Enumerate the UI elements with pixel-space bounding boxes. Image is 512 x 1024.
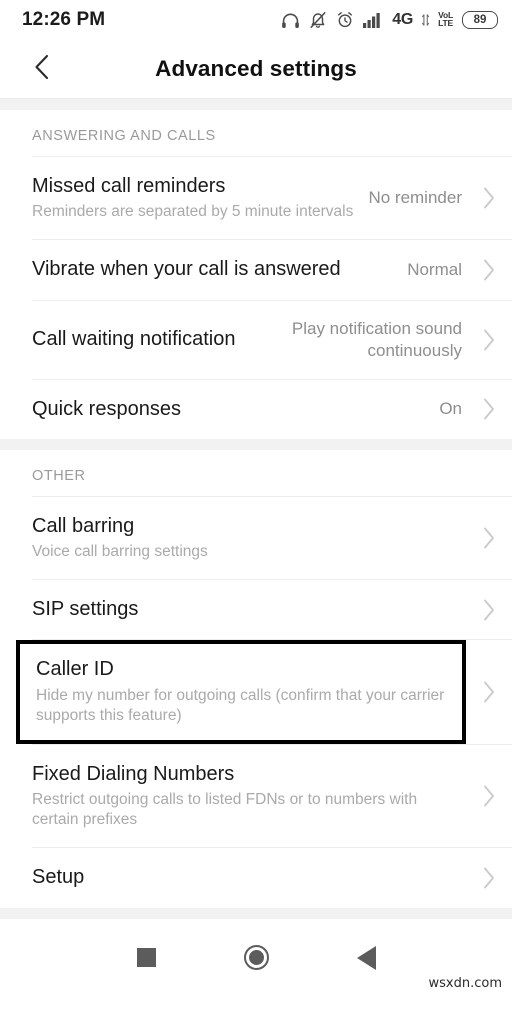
section-band: [0, 438, 512, 450]
section-band: [0, 99, 512, 110]
row-title: Vibrate when your call is answered: [32, 258, 341, 281]
circle-icon: [243, 945, 269, 971]
settings-row[interactable]: Fixed Dialing Numbers Restrict outgoing c…: [0, 745, 512, 847]
row-text: Call barring Voice call barring settings: [32, 514, 466, 562]
chevron-right-icon: [466, 258, 512, 282]
row-title: Call waiting notification: [32, 328, 236, 351]
app-bar: Advanced settings: [0, 40, 512, 98]
chevron-right-icon: [466, 680, 512, 704]
row-value: On: [439, 399, 462, 419]
status-bar: 12:26 PM 4G VoL LTE 89: [0, 0, 512, 40]
row-value: Play notification sound continuously: [291, 318, 462, 360]
row-title: Fixed Dialing Numbers: [32, 762, 235, 785]
row-text: Missed call reminders Reminders are separ…: [32, 174, 368, 222]
chevron-right-icon: [466, 328, 512, 352]
row-text: Vibrate when your call is answered: [32, 257, 407, 282]
settings-row[interactable]: Call waiting notification Play notificati…: [0, 301, 512, 379]
settings-row[interactable]: Vibrate when your call is answered Normal: [0, 240, 512, 299]
navigation-bar: wsxdn.com: [0, 918, 512, 997]
status-time: 12:26 PM: [22, 9, 106, 30]
settings-row[interactable]: Missed call reminders Reminders are separ…: [0, 157, 512, 239]
row-title: Call barring: [32, 514, 135, 537]
chevron-right-icon: [466, 784, 512, 808]
alarm-clock-icon: [336, 11, 354, 29]
signal-bars-icon: [363, 12, 383, 28]
highlight-box: Caller ID Hide my number for outgoing cal…: [16, 640, 466, 744]
section-header: ANSWERING AND CALLS: [32, 128, 216, 144]
row-value: No reminder: [368, 188, 462, 208]
settings-row[interactable]: SIP settings: [0, 580, 512, 639]
settings-list: ANSWERING AND CALLS Missed call reminders…: [0, 99, 512, 908]
row-title: SIP settings: [32, 598, 139, 621]
bell-muted-icon: [309, 11, 327, 29]
chevron-right-icon: [466, 186, 512, 210]
row-text: Quick responses: [32, 397, 439, 422]
row-subtitle: Hide my number for outgoing calls (confi…: [36, 686, 445, 724]
row-text: Call waiting notification: [32, 327, 281, 352]
back-nav-button[interactable]: [311, 945, 421, 970]
volte-icon: VoL LTE: [438, 11, 453, 28]
chevron-left-icon: [32, 53, 52, 86]
recents-button[interactable]: [91, 948, 201, 968]
row-title: Caller ID: [36, 658, 114, 681]
settings-row[interactable]: Call barring Voice call barring settings: [0, 497, 512, 579]
back-button[interactable]: [26, 53, 58, 85]
page-title: Advanced settings: [155, 56, 357, 81]
square-icon: [136, 948, 156, 968]
row-title: Setup: [32, 866, 85, 889]
row-text: Setup: [32, 865, 466, 890]
bottom-band: [0, 907, 512, 919]
settings-row[interactable]: Quick responses On: [0, 380, 512, 439]
row-subtitle: Reminders are separated by 5 minute inte…: [32, 203, 354, 221]
triangle-left-icon: [356, 945, 376, 970]
row-title: Quick responses: [32, 397, 181, 420]
network-type-label: 4G: [392, 11, 414, 28]
row-subtitle: Voice call barring settings: [32, 543, 208, 561]
chevron-right-icon: [466, 526, 512, 550]
chevron-right-icon: [466, 598, 512, 622]
home-button[interactable]: [201, 945, 311, 971]
section-header: OTHER: [32, 467, 86, 484]
settings-row[interactable]: Setup: [0, 848, 512, 907]
row-title: Missed call reminders: [32, 175, 226, 197]
settings-row-highlighted[interactable]: Caller ID Hide my number for outgoing cal…: [0, 640, 512, 744]
data-transfer-icon: [422, 13, 430, 27]
chevron-right-icon: [466, 397, 512, 421]
row-text: SIP settings: [32, 597, 466, 622]
row-text: Caller ID Hide my number for outgoing cal…: [36, 657, 462, 725]
row-value: Normal: [407, 259, 462, 279]
status-icon-group: 4G VoL LTE 89: [281, 10, 498, 30]
watermark: wsxdn.com: [428, 975, 503, 991]
row-text: Fixed Dialing Numbers Restrict outgoing c…: [32, 762, 466, 830]
volte-bottom-label: LTE: [438, 18, 453, 28]
row-subtitle: Restrict outgoing calls to listed FDNs o…: [32, 791, 418, 829]
battery-indicator: 89: [462, 10, 498, 30]
phone-screen: 12:26 PM 4G VoL LTE 89 Advanced settings…: [0, 0, 512, 1024]
headphones-icon: [281, 12, 300, 29]
chevron-right-icon: [466, 866, 512, 890]
